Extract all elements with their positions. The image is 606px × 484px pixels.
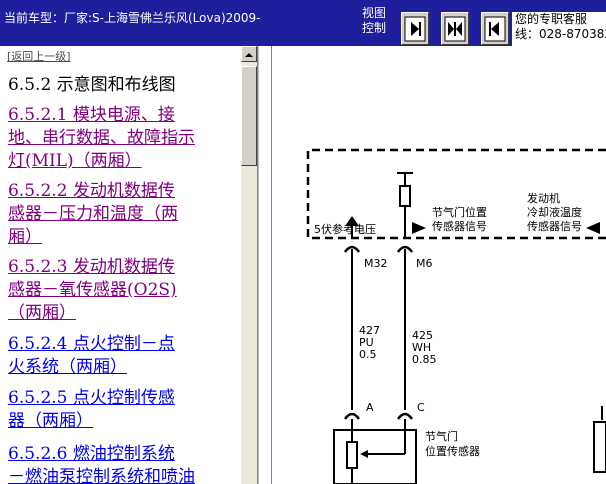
pane-splitter[interactable] <box>258 46 272 484</box>
scroll-up-button[interactable] <box>241 46 257 62</box>
view-control-label: 视图 控制 <box>362 6 387 35</box>
toc-item-6-5-2-5[interactable]: 6.5.2.5 点火控制传感 器（两厢） <box>8 387 236 433</box>
service-line-2: 线：028-870382 <box>515 27 606 41</box>
toc-scrollbar[interactable] <box>241 46 257 484</box>
pin-m32-label: M32 <box>364 257 388 270</box>
toc-item-6-5-2-4[interactable]: 6.5.2.4 点火控制－点 火系统（两厢） <box>8 333 236 379</box>
ect-sensor-partial <box>593 421 606 473</box>
service-line-1: 您的专职客服 <box>515 12 588 26</box>
wiper-arrow-icon <box>360 450 368 458</box>
wire-425-size: 0.85 <box>412 353 437 366</box>
customer-service-box: 您的专职客服 线：028-870382 <box>512 12 606 46</box>
scroll-thumb[interactable] <box>241 66 257 166</box>
wiring-diagram: 5伏参考电压 节气门位置 传感器信号 发动机 冷却液温度 传感器信号 M32 M… <box>306 148 606 484</box>
conn-c-icon <box>396 412 414 420</box>
toc-item-6-5-2-1[interactable]: 6.5.2.1 模块电源、接 地、串行数据、故障指示 灯(MIL)（两厢） <box>8 104 236 173</box>
section-title: 6.5.2 示意图和布线图 <box>8 75 176 95</box>
ect-signal-label-3: 传感器信号 <box>527 220 582 233</box>
potentiometer-icon <box>346 441 358 469</box>
ect-signal-label-2: 冷却液温度 <box>527 205 582 219</box>
tps-signal-label-1: 节气门位置 <box>432 205 487 219</box>
tps-signal-label-2: 传感器信号 <box>432 220 487 233</box>
pin-m6-label: M6 <box>416 257 433 270</box>
previous-page-button[interactable] <box>481 12 509 45</box>
current-model-title: 当前车型：厂家:S-上海雪佛兰乐风(Lova)2009- <box>4 11 261 25</box>
play-left-icon <box>484 16 506 42</box>
toc-item-6-5-2-6[interactable]: 6.5.2.6 燃油控制系统 －燃油泵控制系统和喷油 <box>8 443 236 484</box>
sensor-label-1: 节气门 <box>425 429 458 443</box>
sensor-label-2: 位置传感器 <box>425 444 480 458</box>
wire-427-size: 0.5 <box>359 348 377 361</box>
top-bar: 当前车型：厂家:S-上海雪佛兰乐风(Lova)2009- 视图 控制 您的专职客… <box>0 0 606 46</box>
back-link[interactable]: [返回上一级] <box>7 48 71 64</box>
ect-arrow-icon <box>586 222 600 234</box>
signal-arrow-icon <box>412 222 426 234</box>
next-page-button[interactable] <box>401 12 429 45</box>
ect-signal-label-1: 发动机 <box>527 191 560 205</box>
expand-icon <box>444 16 466 42</box>
conn-c-label: C <box>417 401 425 414</box>
ref-voltage-label: 5伏参考电压 <box>314 222 376 236</box>
conn-a-icon <box>343 412 361 420</box>
play-right-icon <box>404 16 426 42</box>
resistor-icon <box>399 185 411 207</box>
expand-button[interactable] <box>441 12 469 45</box>
arrow-up-icon <box>245 53 253 57</box>
toc-item-6-5-2-2[interactable]: 6.5.2.2 发动机数据传 感器－压力和温度（两 厢） <box>8 180 236 249</box>
conn-a-label: A <box>366 401 374 414</box>
toc-pane: [返回上一级] 6.5.2 示意图和布线图 6.5.2.1 模块电源、接 地、串… <box>0 46 258 484</box>
toc-item-6-5-2-3[interactable]: 6.5.2.3 发动机数据传 感器－氧传感器(O2S) （两厢） <box>8 256 236 325</box>
